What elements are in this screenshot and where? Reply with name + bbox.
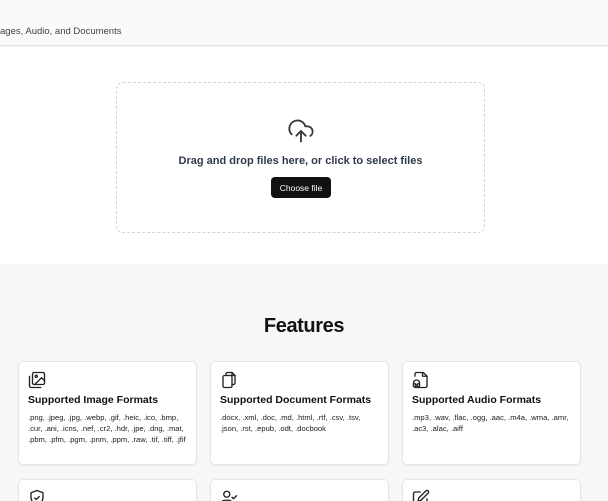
card-description: .mp3, .wav, .flac, .ogg, .aac, .m4a, .wm… xyxy=(412,413,569,433)
card-description: .png, .jpeg, .jpg, .webp, .gif, .heic, .… xyxy=(28,413,186,444)
upload-section: Drag and drop files here, or click to se… xyxy=(0,47,608,264)
feature-card-image-formats: Supported Image Formats .png, .jpeg, .jp… xyxy=(18,361,197,465)
feature-card-edit xyxy=(402,479,581,501)
feature-card-user xyxy=(210,479,389,501)
features-section: Features Supported Image Formats .png, .… xyxy=(0,264,608,501)
card-title: Supported Audio Formats xyxy=(412,394,542,406)
feature-card-security xyxy=(18,479,197,501)
feature-card-document-formats: Supported Document Formats .docx, .xml, … xyxy=(210,361,389,465)
dropzone-prompt: Drag and drop files here, or click to se… xyxy=(178,155,423,167)
file-dropzone[interactable]: Drag and drop files here, or click to se… xyxy=(116,82,485,233)
choose-file-button[interactable]: Choose file xyxy=(271,177,331,198)
edit-pen-icon xyxy=(412,489,430,501)
top-header: ages, Audio, and Documents xyxy=(0,0,608,46)
audio-file-icon xyxy=(412,371,428,389)
header-subtitle: ages, Audio, and Documents xyxy=(0,26,122,37)
image-stack-icon xyxy=(28,371,46,389)
features-title: Features xyxy=(263,315,345,337)
copy-files-icon xyxy=(222,371,236,389)
card-description: .docx, .xml, .doc, .md, .html, .rtf, .cs… xyxy=(220,413,361,433)
shield-check-icon xyxy=(30,489,44,501)
upload-cloud-icon xyxy=(288,119,314,143)
user-check-icon xyxy=(221,490,238,501)
card-title: Supported Document Formats xyxy=(220,394,372,406)
card-title: Supported Image Formats xyxy=(28,394,159,406)
feature-card-audio-formats: Supported Audio Formats .mp3, .wav, .fla… xyxy=(402,361,581,465)
